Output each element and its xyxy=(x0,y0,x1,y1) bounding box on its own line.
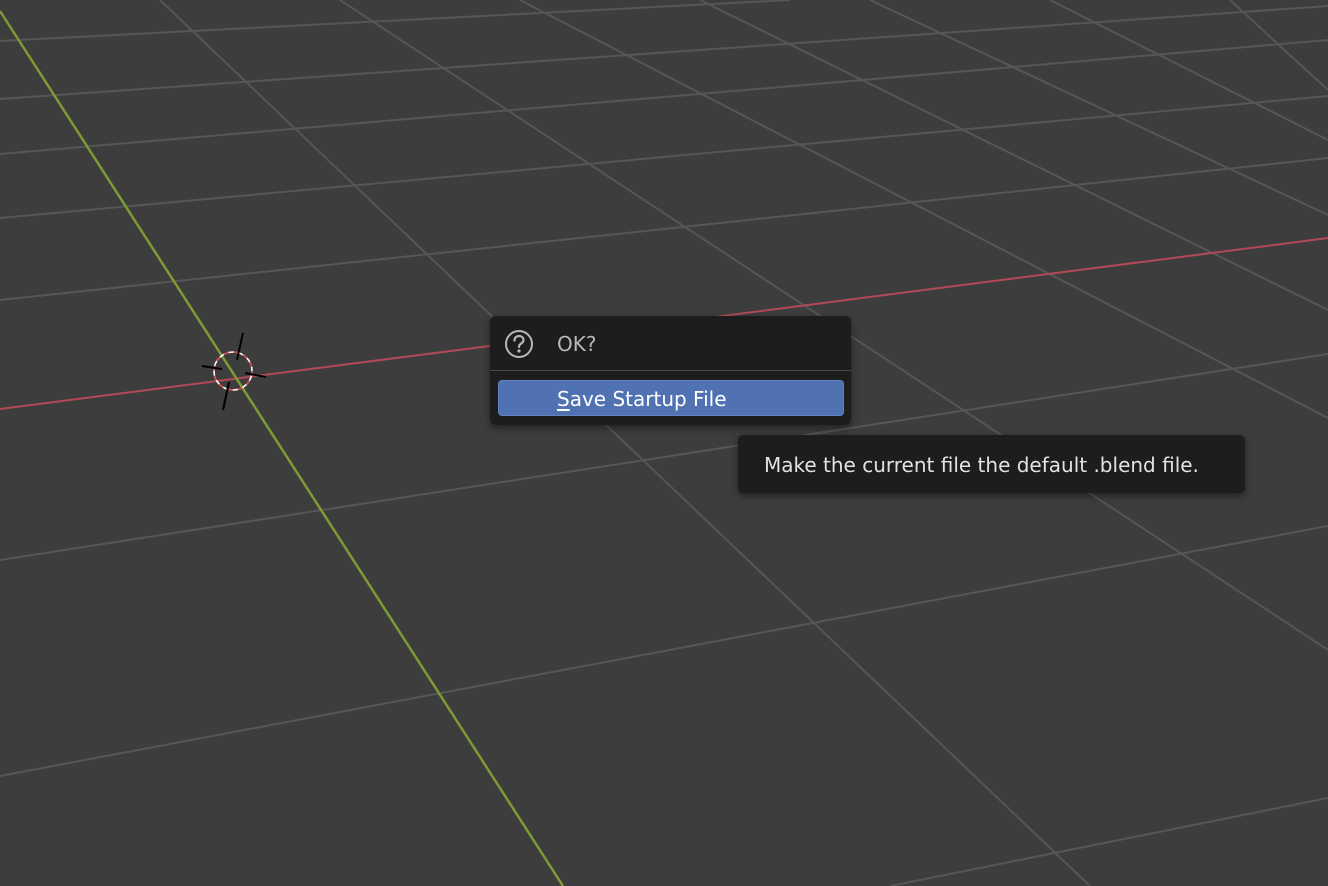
hotkey-char: S xyxy=(557,387,570,411)
tooltip: Make the current file the default .blend… xyxy=(738,435,1245,493)
grid-line xyxy=(889,797,1328,886)
save-startup-file-button[interactable]: Save Startup File xyxy=(498,380,844,416)
grid-line xyxy=(1049,0,1328,141)
grid-line xyxy=(0,525,1328,777)
question-icon xyxy=(504,329,534,359)
save-startup-file-label: Save Startup File xyxy=(557,386,727,412)
popup-header: OK? xyxy=(490,316,851,371)
3d-cursor-icon[interactable] xyxy=(201,332,267,411)
popup-title: OK? xyxy=(557,332,597,356)
grid-line xyxy=(1229,0,1328,91)
grid-line xyxy=(0,157,1328,301)
tooltip-text: Make the current file the default .blend… xyxy=(764,453,1199,477)
grid-line xyxy=(0,5,1328,100)
grid-line xyxy=(0,95,1328,219)
grid-line xyxy=(0,39,1328,155)
confirm-popup: OK? Save Startup File xyxy=(490,316,851,425)
grid-line xyxy=(0,0,791,42)
y-axis-line xyxy=(0,10,565,886)
grid-line xyxy=(699,0,1328,311)
button-label-rest: ave Startup File xyxy=(569,387,727,411)
